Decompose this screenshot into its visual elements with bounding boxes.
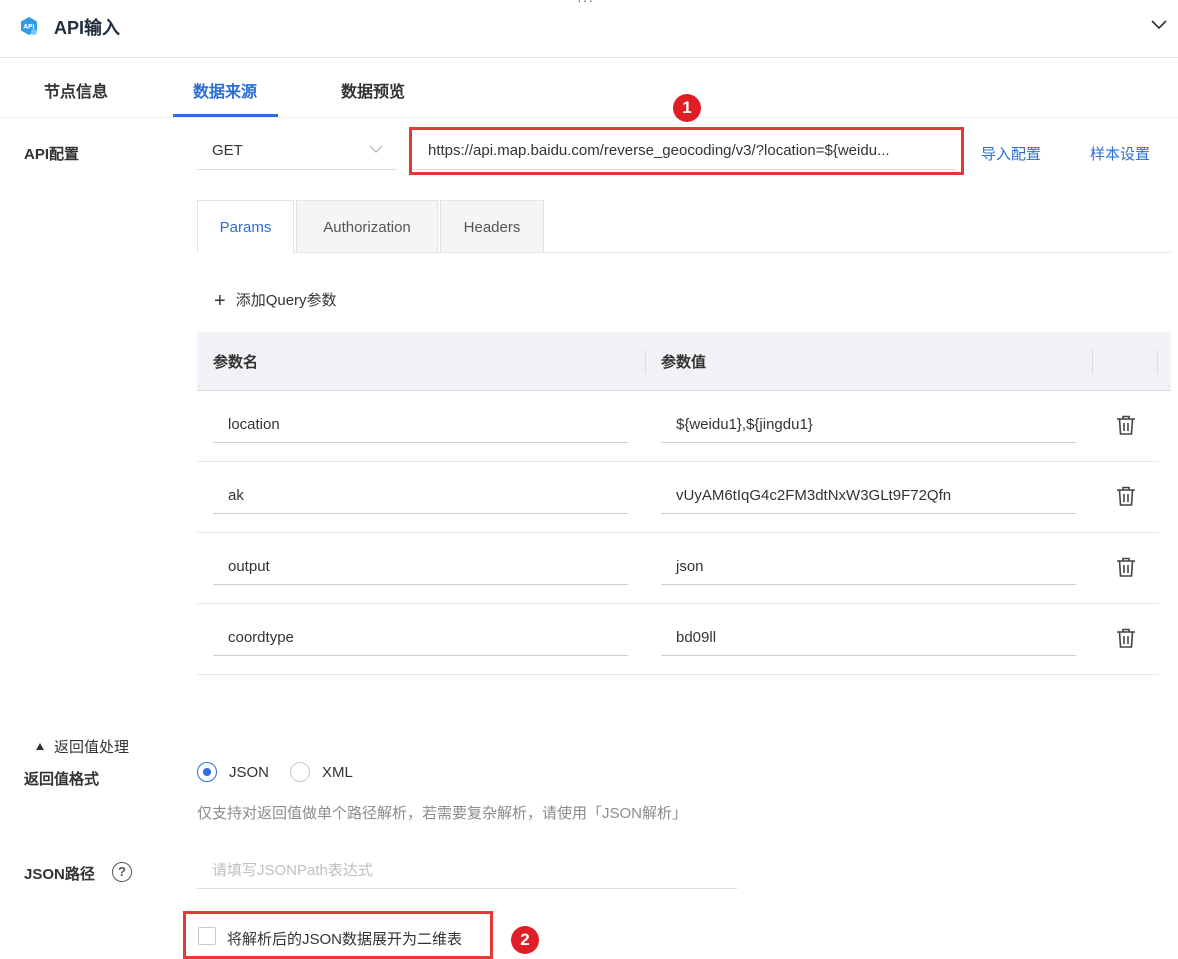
param-value-input[interactable]: json xyxy=(661,549,1076,585)
return-section-toggle[interactable]: 返回值处理 xyxy=(36,736,129,757)
param-value-input[interactable]: bd09ll xyxy=(661,620,1076,656)
param-value-text: bd09ll xyxy=(676,629,717,646)
param-name-value: location xyxy=(228,416,280,433)
tab-data-preview[interactable]: 数据预览 xyxy=(341,78,405,102)
column-header-value: 参数值 xyxy=(661,354,707,371)
table-row: coordtype bd09ll xyxy=(197,604,1159,675)
highlight-box-url xyxy=(409,127,964,175)
help-icon[interactable]: ? xyxy=(112,862,132,882)
params-table-header: 参数名 参数值 xyxy=(197,332,1171,391)
param-value-input[interactable]: vUyAM6tIqG4c2FM3dtNxW3GLt9F72Qfn xyxy=(661,478,1076,514)
subtab-params[interactable]: Params xyxy=(197,200,294,254)
param-value-text: vUyAM6tIqG4c2FM3dtNxW3GLt9F72Qfn xyxy=(676,487,952,504)
panel-header: ··· API API输入 xyxy=(0,0,1178,58)
json-path-input[interactable] xyxy=(212,862,712,879)
add-query-param-button[interactable]: + 添加Query参数 xyxy=(214,289,337,313)
return-section-label: 返回值处理 xyxy=(54,739,130,756)
add-query-label: 添加Query参数 xyxy=(235,292,337,309)
param-name-input[interactable]: ak xyxy=(213,478,628,514)
column-header-name: 参数名 xyxy=(213,354,259,371)
json-path-label: JSON路径 xyxy=(24,866,95,883)
subtab-authorization[interactable]: Authorization xyxy=(296,200,438,253)
highlight-box-flatten xyxy=(183,911,493,959)
tab-node-info[interactable]: 节点信息 xyxy=(44,78,108,102)
trash-icon[interactable] xyxy=(1115,414,1137,436)
param-name-input[interactable]: output xyxy=(213,549,628,585)
param-value-input[interactable]: ${weidu1},${jingdu1} xyxy=(661,407,1076,443)
param-name-input[interactable]: location xyxy=(213,407,628,443)
main-tabs: 节点信息 数据来源 数据预览 xyxy=(0,58,1178,118)
radio-json-label[interactable]: JSON xyxy=(229,764,269,781)
panel-title: API输入 xyxy=(54,18,121,38)
chevron-down-icon xyxy=(369,145,383,153)
sample-settings-link[interactable]: 样本设置 xyxy=(1090,143,1150,164)
param-name-value: output xyxy=(228,558,270,575)
return-format-label: 返回值格式 xyxy=(24,771,100,788)
chevron-down-icon[interactable] xyxy=(1150,16,1168,34)
table-row: location ${weidu1},${jingdu1} xyxy=(197,391,1159,462)
plus-icon: + xyxy=(214,290,226,312)
trash-icon[interactable] xyxy=(1115,627,1137,649)
subtab-headers[interactable]: Headers xyxy=(440,200,544,253)
param-value-text: ${weidu1},${jingdu1} xyxy=(676,416,813,433)
column-divider xyxy=(1092,350,1093,374)
column-divider xyxy=(1157,350,1158,374)
params-table: 参数名 参数值 location ${weidu1},${jingdu1} ak… xyxy=(197,332,1171,675)
param-name-input[interactable]: coordtype xyxy=(213,620,628,656)
method-value: GET xyxy=(212,142,243,159)
annotation-badge-2: 2 xyxy=(511,926,539,954)
drag-handle[interactable]: ··· xyxy=(577,0,594,8)
radio-xml-label[interactable]: XML xyxy=(322,764,353,781)
api-icon: API xyxy=(21,17,37,35)
annotation-badge-1: 1 xyxy=(673,94,701,122)
trash-icon[interactable] xyxy=(1115,556,1137,578)
api-config-label: API配置 xyxy=(24,146,80,163)
param-value-text: json xyxy=(676,558,704,575)
parse-hint-text: 仅支持对返回值做单个路径解析，若需要复杂解析，请使用「JSON解析」 xyxy=(197,805,688,822)
collapse-triangle-icon xyxy=(36,743,44,750)
param-name-value: ak xyxy=(228,487,244,504)
method-select[interactable]: GET xyxy=(197,132,397,170)
radio-xml[interactable] xyxy=(290,762,310,782)
table-row: output json xyxy=(197,533,1159,604)
request-subtabs: Params Authorization Headers xyxy=(197,200,1171,254)
column-divider xyxy=(645,350,646,374)
trash-icon[interactable] xyxy=(1115,485,1137,507)
tab-data-source[interactable]: 数据来源 xyxy=(193,78,257,102)
param-name-value: coordtype xyxy=(228,629,294,646)
active-tab-indicator xyxy=(173,114,278,117)
json-path-field xyxy=(197,854,737,889)
radio-json[interactable] xyxy=(197,762,217,782)
table-row: ak vUyAM6tIqG4c2FM3dtNxW3GLt9F72Qfn xyxy=(197,462,1159,533)
import-config-link[interactable]: 导入配置 xyxy=(981,143,1041,164)
